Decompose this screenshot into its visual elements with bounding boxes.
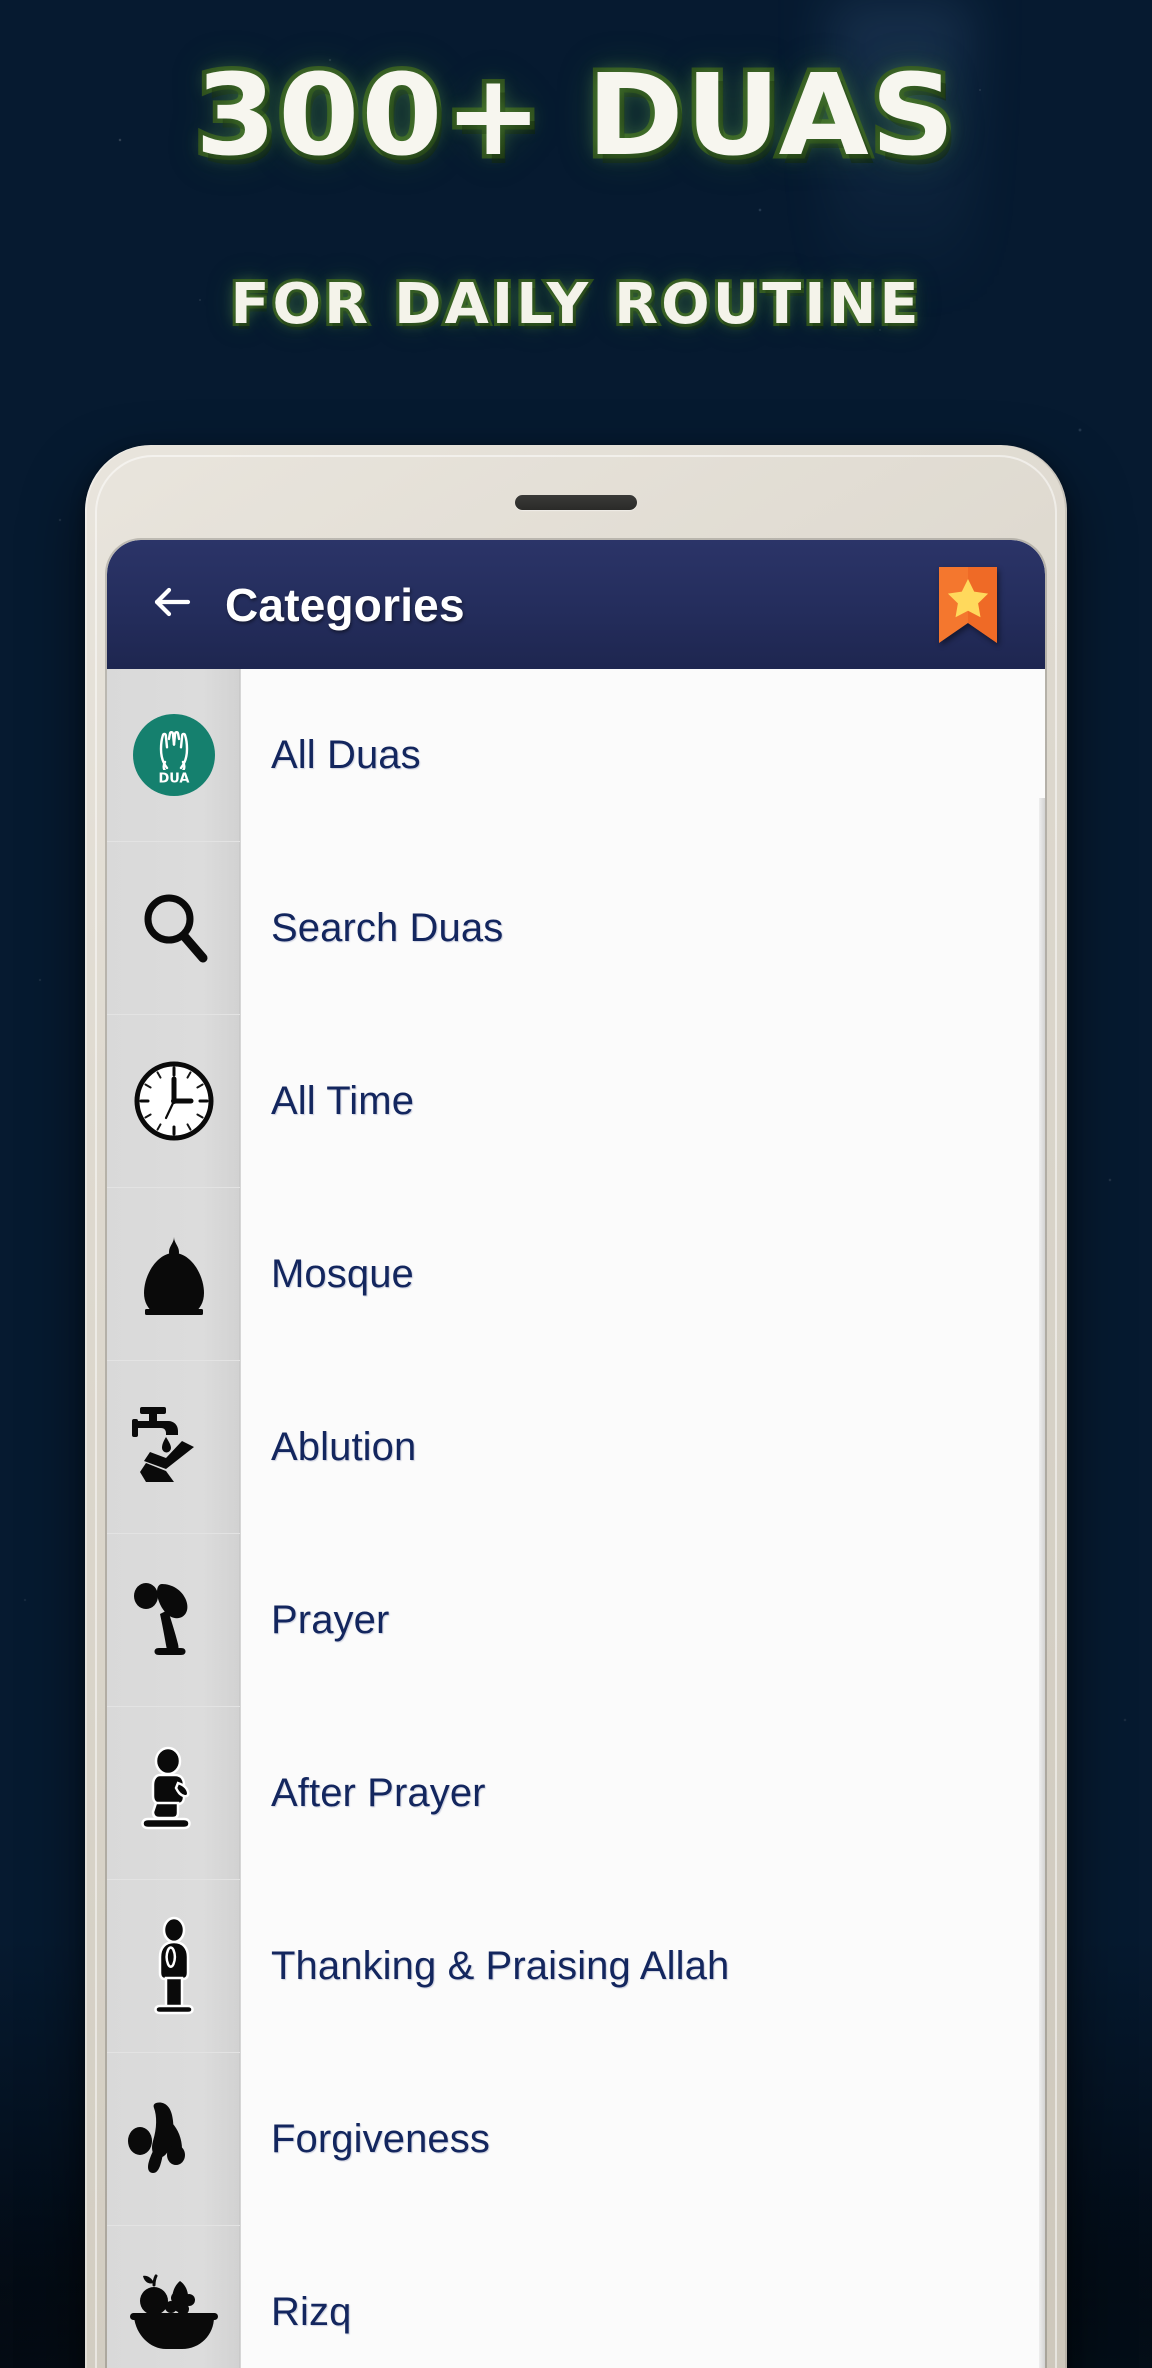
app-bar: Categories [107, 540, 1045, 669]
list-item[interactable]: Search Duas [107, 841, 1045, 1015]
phone-earpiece-speaker [515, 495, 637, 510]
list-item-body: All Duas [240, 669, 1045, 842]
promo-headline: 300+ DUAS [190, 51, 959, 181]
list-item-label: Rizq [271, 2289, 352, 2334]
list-item-label: All Duas [271, 732, 421, 777]
list-item-label: All Time [271, 1078, 415, 1123]
bookmark-button[interactable] [939, 566, 997, 643]
clock-icon [107, 1015, 240, 1188]
phone-mockup: Categories DUA All Duas Search Duas All … [85, 445, 1067, 2368]
prostrating-person-icon [107, 2053, 240, 2226]
list-item[interactable]: Forgiveness [107, 2052, 1045, 2226]
list-item-body: Thanking & Praising Allah [240, 1879, 1045, 2053]
list-item-body: Forgiveness [240, 2052, 1045, 2226]
list-item-label: Ablution [271, 1424, 417, 1469]
mosque-dome-icon [107, 1188, 240, 1361]
list-item-body: Search Duas [240, 841, 1045, 1015]
list-item-label: Mosque [271, 1251, 414, 1296]
list-item[interactable]: After Prayer [107, 1706, 1045, 1880]
list-item-label: Search Duas [271, 905, 504, 950]
list-item-body: Rizq [240, 2225, 1045, 2368]
list-item[interactable]: DUA All Duas [107, 669, 1045, 842]
search-icon [107, 842, 240, 1015]
bowing-person-icon [107, 1534, 240, 1707]
promo-headline-wrap: 300+ DUAS [0, 51, 1152, 181]
list-item-body: Ablution [240, 1360, 1045, 1534]
light-beam-decoration [830, 0, 970, 300]
category-list: DUA All Duas Search Duas All Time Mosque… [107, 669, 1045, 2368]
standing-person-icon [107, 1880, 240, 2053]
list-item[interactable]: Prayer [107, 1533, 1045, 1707]
list-item[interactable]: Ablution [107, 1360, 1045, 1534]
list-item[interactable]: Rizq [107, 2225, 1045, 2368]
kneeling-person-icon [107, 1707, 240, 1880]
list-item[interactable]: Mosque [107, 1187, 1045, 1361]
bookmark-star-icon [939, 566, 997, 643]
list-item[interactable]: All Time [107, 1014, 1045, 1188]
faucet-hand-icon [107, 1361, 240, 1534]
list-item-label: After Prayer [271, 1770, 486, 1815]
list-item-body: Mosque [240, 1187, 1045, 1361]
promo-subheadline: FOR DAILY ROUTINE [227, 269, 922, 340]
promo-screenshot: 300+ DUAS FOR DAILY ROUTINE Categories D… [0, 0, 1152, 2368]
list-item-label: Thanking & Praising Allah [271, 1943, 730, 1988]
svg-text:DUA: DUA [158, 772, 189, 787]
arrow-left-icon [148, 578, 196, 631]
phone-screen: Categories DUA All Duas Search Duas All … [107, 540, 1045, 2368]
list-item-body: After Prayer [240, 1706, 1045, 1880]
page-title: Categories [225, 578, 465, 631]
list-item-body: All Time [240, 1014, 1045, 1188]
fruit-bowl-icon [107, 2226, 240, 2368]
list-item-label: Forgiveness [271, 2116, 490, 2161]
back-button[interactable] [129, 562, 215, 648]
dua-hands-badge-icon: DUA [107, 669, 240, 842]
list-item-label: Prayer [271, 1597, 390, 1642]
category-rows: DUA All Duas Search Duas All Time Mosque… [107, 669, 1045, 2368]
list-item-body: Prayer [240, 1533, 1045, 1707]
list-item[interactable]: Thanking & Praising Allah [107, 1879, 1045, 2053]
